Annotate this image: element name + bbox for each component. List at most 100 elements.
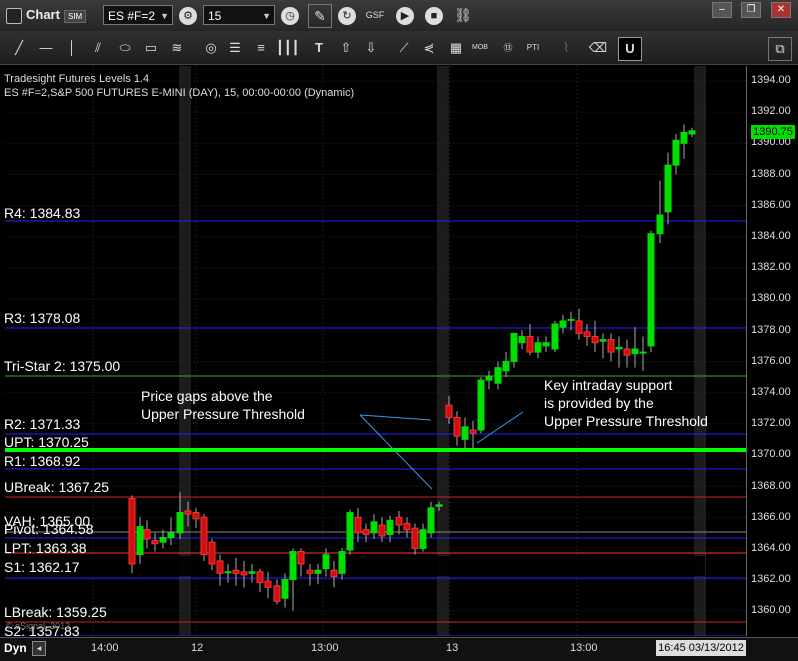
support-annotation: Key intraday support is provided by the … [544, 376, 708, 430]
horizontal-line-icon[interactable]: — [35, 37, 57, 59]
candle-body [477, 379, 485, 431]
refresh-icon[interactable]: ↻ [338, 7, 356, 25]
time-tick-label: 13:00 [570, 642, 598, 654]
restore-button[interactable]: ❐ [741, 2, 761, 18]
down-arrow-icon[interactable]: ⇩ [360, 37, 382, 59]
play-icon[interactable]: ▶ [396, 7, 414, 25]
chart-canvas [5, 66, 746, 637]
eraser-icon[interactable]: ⌫ [587, 37, 609, 59]
candle-body [386, 519, 394, 535]
price-axis[interactable]: 1394.00 1392.00 1390.00 1388.00 1386.00 1384.… [746, 66, 798, 636]
level-label: R1: 1368.92 [4, 453, 81, 469]
mob-icon[interactable]: MOB [469, 37, 491, 59]
symbol-combo[interactable]: ES #F=2 ▼ [103, 5, 173, 25]
up-arrow-icon[interactable]: ⇧ [335, 37, 357, 59]
stop-icon[interactable]: ■ [425, 7, 443, 25]
regression-icon[interactable]: ⟋ [393, 37, 415, 59]
text-tool-icon[interactable]: T [308, 37, 330, 59]
interval-combo[interactable]: 15 ▼ [203, 5, 275, 25]
gap-annotation: Price gaps above the Upper Pressure Thre… [141, 387, 305, 423]
candle-body [159, 536, 167, 543]
link-icon[interactable]: ⛓ [452, 4, 474, 26]
candle-body [128, 498, 136, 565]
chevron-down-icon: ▼ [262, 11, 271, 21]
line-tool-icon[interactable]: ╱ [8, 37, 30, 59]
candle-body [623, 348, 631, 356]
annotation-line: Upper Pressure Threshold [141, 406, 305, 422]
candle-body [216, 560, 224, 574]
vertical-line-icon[interactable]: │ [61, 37, 83, 59]
candle-body [208, 541, 216, 565]
price-tick-label: 1392.00 [751, 105, 791, 118]
gann-fan-icon[interactable]: ⋞ [418, 37, 440, 59]
settings-icon[interactable]: ⚙ [179, 7, 197, 25]
level-label: Pivot: 1364.58 [4, 521, 94, 537]
price-tick-label: 1368.00 [751, 479, 791, 492]
zigzag-icon[interactable]: ⌇ [555, 37, 577, 59]
study-name: Tradesight Futures Levels 1.4 [4, 73, 150, 85]
candle-body [264, 580, 272, 588]
candle-body [591, 336, 599, 344]
dynamic-mode-label[interactable]: Dyn [4, 641, 27, 655]
candle-body [395, 516, 403, 526]
close-button[interactable]: ✕ [771, 2, 791, 18]
interval-value: 15 [208, 9, 222, 23]
rectangle-icon[interactable]: ▭ [140, 37, 162, 59]
time-zones-icon[interactable]: ┃┃┃ [276, 37, 299, 59]
candle-body [631, 348, 639, 355]
clock-icon[interactable]: ◷ [281, 7, 299, 25]
candle-body [607, 339, 615, 353]
level-label: Tri-Star 2: 1375.00 [4, 358, 121, 374]
cycles-icon[interactable]: ◎ [200, 37, 222, 59]
ellipse-icon[interactable]: ⬭ [114, 37, 136, 59]
level-label: S1: 1362.17 [4, 559, 80, 575]
time-tick-label: 12 [191, 642, 204, 654]
candle-body [362, 529, 370, 535]
candle-body [378, 524, 386, 537]
gsf-icon[interactable]: GSF [364, 4, 386, 26]
parallel-lines-icon[interactable]: ≋ [166, 37, 188, 59]
level-label: UPT: 1370.25 [4, 434, 89, 450]
session-shade [437, 66, 449, 636]
candle-body [639, 351, 647, 354]
candle-body [551, 323, 559, 350]
price-chart[interactable] [5, 66, 746, 637]
candle-body [289, 551, 297, 581]
candle-body [192, 512, 200, 520]
pti-icon[interactable]: PTI [522, 37, 544, 59]
price-tick-label: 1386.00 [751, 198, 791, 211]
candle-body [411, 527, 419, 549]
candle-body [494, 367, 502, 384]
level-label: LPT: 1363.38 [4, 540, 87, 556]
pencil-icon[interactable]: ✎ [308, 4, 332, 28]
levels-icon[interactable]: ≡ [250, 37, 272, 59]
candle-body [167, 532, 175, 538]
price-tick-label: 1370.00 [751, 448, 791, 461]
magnet-icon[interactable]: U [618, 37, 642, 61]
grid-icon[interactable]: ▦ [445, 37, 467, 59]
candle-body [281, 579, 289, 599]
scroll-left-icon[interactable]: ◂ [32, 641, 46, 656]
sim-badge: SIM [64, 10, 87, 23]
fibonacci-icon[interactable]: ☰ [224, 37, 246, 59]
number-13-icon[interactable]: ⑬ [497, 37, 519, 59]
price-tick-label: 1362.00 [751, 573, 791, 586]
price-tick-label: 1364.00 [751, 542, 791, 554]
candle-body [370, 521, 378, 534]
candle-body [176, 512, 184, 534]
candle-body [502, 360, 510, 372]
level-label: LBreak: 1359.25 [4, 604, 107, 620]
cursor-datetime: 16:45 03/13/2012 [656, 640, 746, 656]
minimize-button[interactable]: – [712, 2, 732, 18]
candle-body [542, 342, 550, 347]
session-shade [694, 66, 706, 636]
title-bar: Chart SIM ES #F=2 ▼ ⚙ 15 ▼ ◷ ✎ ↻ GSF ▶ ■… [0, 0, 798, 32]
candle-body [615, 346, 623, 350]
annotation-arrow [359, 414, 432, 421]
level-label: UBreak: 1367.25 [4, 479, 110, 495]
toolbar-options-icon[interactable]: ⧉ [768, 37, 792, 61]
last-price-tag: 1390.75 [751, 125, 795, 139]
channel-icon[interactable]: ⫽ [87, 37, 109, 59]
candle-body [688, 130, 696, 135]
candle-body [322, 554, 330, 570]
